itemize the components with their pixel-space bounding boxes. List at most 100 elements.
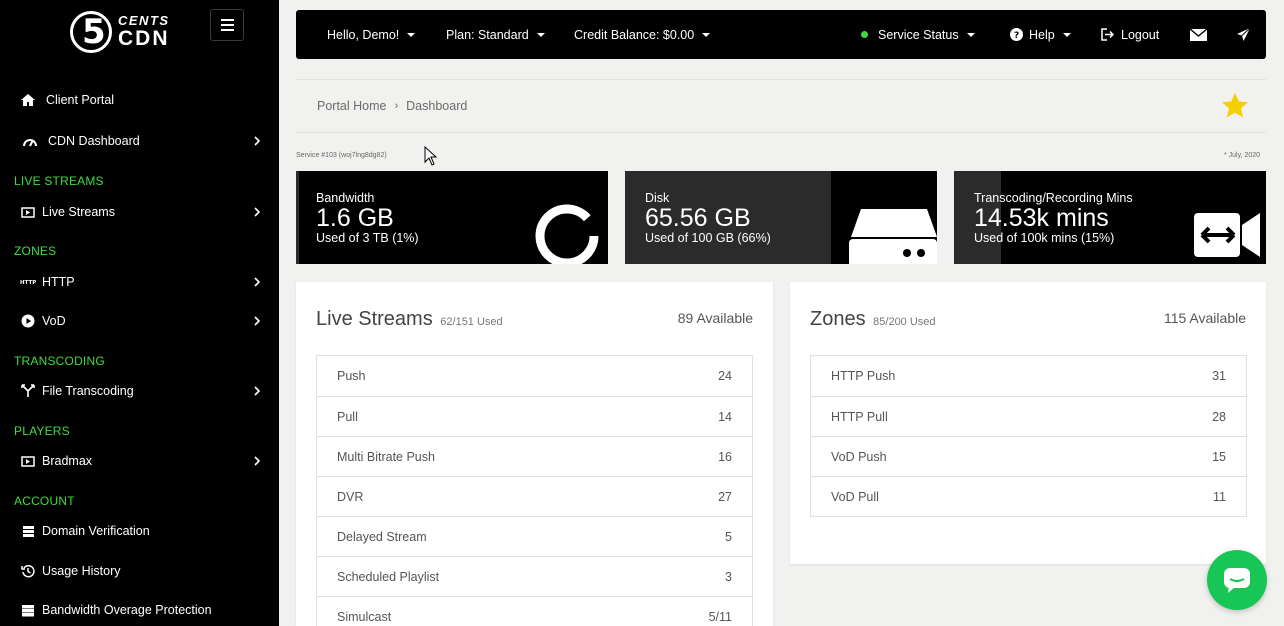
user-menu-dropdown[interactable]: Hello, Demo! xyxy=(327,10,416,59)
logout-icon xyxy=(1101,28,1114,41)
chevron-right-icon xyxy=(254,386,261,396)
messages-button[interactable] xyxy=(1190,10,1207,59)
stat-value: 1.6 GB xyxy=(316,204,394,232)
favorite-star-icon[interactable] xyxy=(1220,91,1250,121)
service-status-label: Service Status xyxy=(878,27,959,42)
logo-text-bottom: CDN xyxy=(118,27,170,50)
caret-down-icon xyxy=(407,32,416,37)
zones-table: HTTP Push 31 HTTP Pull 28 VoD Push 15 VoD P… xyxy=(810,355,1247,517)
sidebar-item-client-portal[interactable]: Client Portal xyxy=(0,85,279,115)
table-row[interactable]: HTTP Push 31 xyxy=(811,356,1246,396)
panel-title: Zones 85/200 Used xyxy=(810,308,936,330)
sidebar-item-label: File Transcoding xyxy=(42,384,134,398)
divider xyxy=(296,79,1266,80)
sidebar-item-vod[interactable]: VoD xyxy=(0,306,279,336)
chevron-right-icon xyxy=(254,207,261,217)
table-row[interactable]: Multi Bitrate Push 16 xyxy=(317,436,752,476)
table-row[interactable]: DVR 27 xyxy=(317,476,752,516)
http-icon: HTTP xyxy=(20,274,36,290)
breadcrumb-current: Dashboard xyxy=(406,99,468,113)
divider xyxy=(296,132,1266,133)
mouse-cursor-icon xyxy=(424,146,438,166)
chat-button[interactable] xyxy=(1207,550,1267,610)
section-header: LIVE STREAMS xyxy=(14,174,104,188)
section-header: ZONES xyxy=(14,244,57,258)
hard-drive-icon xyxy=(849,209,937,264)
svg-text:?: ? xyxy=(1014,31,1019,41)
caret-down-icon xyxy=(702,32,711,37)
table-row[interactable]: VoD Push 15 xyxy=(811,436,1246,476)
sidebar-item-label: Domain Verification xyxy=(42,524,150,538)
chevron-right-icon xyxy=(254,316,261,326)
split-arrows-icon xyxy=(20,383,36,399)
credit-dropdown[interactable]: Credit Balance: $0.00 xyxy=(574,10,711,59)
tv-icon xyxy=(20,204,36,220)
available-count: 89 Available xyxy=(677,310,753,326)
plan-label: Plan: Standard xyxy=(446,27,529,42)
sidebar-item-domain-verification[interactable]: Domain Verification xyxy=(0,516,279,546)
sidebar-item-usage-history[interactable]: Usage History xyxy=(0,556,279,586)
disk-card: Disk 65.56 GB Used of 100 GB (66%) xyxy=(625,171,937,264)
chevron-right-icon xyxy=(254,456,261,466)
table-row[interactable]: Push 24 xyxy=(317,356,752,396)
transcoding-card: Transcoding/Recording Mins 14.53k mins U… xyxy=(954,171,1266,264)
date-info: * July, 2020 xyxy=(1224,152,1261,159)
used-count: 85/200 Used xyxy=(873,316,936,328)
live-streams-table: Push 24 Pull 14 Multi Bitrate Push 16 DVR 27… xyxy=(316,355,753,626)
sidebar-item-bradmax[interactable]: Bradmax xyxy=(0,446,279,476)
help-label: Help xyxy=(1029,27,1055,42)
sidebar-item-label: Bandwidth Overage Protection xyxy=(42,603,212,617)
paper-plane-icon xyxy=(1237,27,1251,41)
logout-button[interactable]: Logout xyxy=(1101,10,1159,59)
table-row[interactable]: Scheduled Playlist 3 xyxy=(317,556,752,596)
sidebar-item-http[interactable]: HTTP HTTP xyxy=(0,267,279,297)
sidebar-item-cdn-dashboard[interactable]: CDN Dashboard xyxy=(0,126,279,156)
zones-panel: Zones 85/200 Used 115 Available HTTP Pus… xyxy=(790,282,1266,564)
top-navbar: Hello, Demo! Plan: Standard Credit Balan… xyxy=(296,10,1266,59)
credit-label: Credit Balance: $0.00 xyxy=(574,27,695,42)
table-row[interactable]: VoD Pull 11 xyxy=(811,476,1246,516)
service-info: Service #103 (woj7lng8dg82) xyxy=(296,152,387,159)
sidebar-item-live-streams[interactable]: Live Streams xyxy=(0,197,279,227)
chevron-right-icon: › xyxy=(394,100,399,112)
stat-sub: Used of 3 TB (1%) xyxy=(316,231,419,245)
logo[interactable]: 5 CENTS CDN xyxy=(68,10,168,55)
sidebar-item-bandwidth-overage[interactable]: Bandwidth Overage Protection xyxy=(0,595,279,625)
live-streams-panel: Live Streams 62/151 Used 89 Available Pu… xyxy=(296,282,773,626)
stat-label: Bandwidth xyxy=(316,191,375,205)
caret-down-icon xyxy=(536,32,545,37)
help-dropdown[interactable]: ? Help xyxy=(1010,10,1071,59)
service-status-dropdown[interactable]: Service Status xyxy=(861,10,975,59)
section-header: TRANSCODING xyxy=(14,354,105,368)
plan-dropdown[interactable]: Plan: Standard xyxy=(446,10,545,59)
section-header: ACCOUNT xyxy=(14,494,75,508)
sidebar-item-label: Usage History xyxy=(42,564,121,578)
sidebar-item-label: CDN Dashboard xyxy=(48,134,140,148)
tv-icon xyxy=(20,453,36,469)
history-icon xyxy=(20,563,36,579)
speedometer-icon xyxy=(22,133,38,149)
sidebar-item-label: VoD xyxy=(42,314,66,328)
logout-label: Logout xyxy=(1121,27,1160,42)
table-row[interactable]: HTTP Pull 28 xyxy=(811,396,1246,436)
chevron-right-icon xyxy=(254,136,261,146)
home-icon xyxy=(20,92,36,108)
stat-label: Disk xyxy=(645,191,670,205)
sidebar-item-label: HTTP xyxy=(42,275,75,289)
table-row[interactable]: Simulcast 5/11 xyxy=(317,596,752,626)
donut-chart-icon xyxy=(535,204,599,264)
breadcrumb-home-link[interactable]: Portal Home xyxy=(317,99,386,113)
svg-text:HTTP: HTTP xyxy=(20,280,36,286)
breadcrumb: Portal Home › Dashboard xyxy=(317,99,467,113)
send-button[interactable] xyxy=(1236,10,1251,59)
table-row[interactable]: Pull 14 xyxy=(317,396,752,436)
menu-toggle-button[interactable] xyxy=(210,9,244,41)
usage-fill xyxy=(296,171,299,264)
available-count: 115 Available xyxy=(1164,310,1246,326)
caret-down-icon xyxy=(1062,32,1071,37)
user-greeting: Hello, Demo! xyxy=(327,27,400,42)
table-row[interactable]: Delayed Stream 5 xyxy=(317,516,752,556)
sidebar-item-file-transcoding[interactable]: File Transcoding xyxy=(0,376,279,406)
chat-bubble-icon xyxy=(1224,568,1250,593)
logo-text-top: CENTS xyxy=(118,13,170,28)
